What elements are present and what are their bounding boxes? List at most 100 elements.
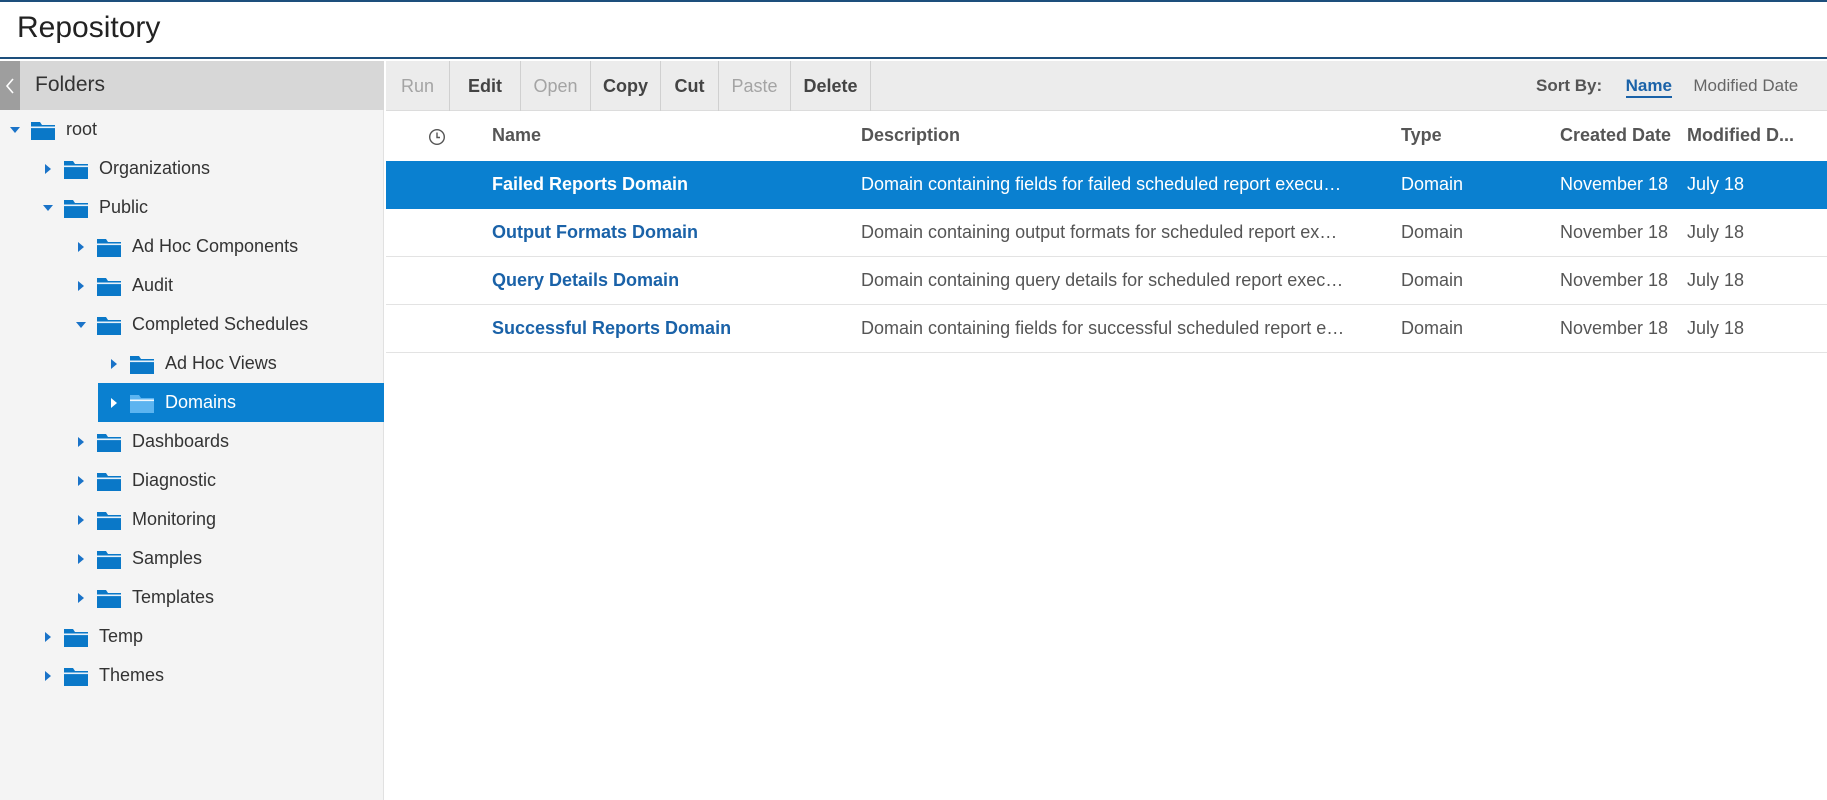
folder-icon	[30, 119, 56, 141]
chevron-left-icon	[5, 77, 14, 94]
cell-modified-date: July 18	[1687, 222, 1745, 242]
cell-name[interactable]: Output Formats Domain	[492, 222, 698, 243]
caret-right-icon[interactable]	[74, 240, 88, 254]
cell-description: Domain containing fields for successful …	[861, 318, 1345, 338]
folder-icon	[63, 626, 89, 648]
folder-icon	[129, 353, 155, 375]
cell-name[interactable]: Successful Reports Domain	[492, 318, 731, 339]
folder-tree-item-label: Completed Schedules	[132, 314, 309, 334]
cell-description: Domain containing fields for failed sche…	[861, 174, 1342, 194]
folder-tree-item-label: Samples	[132, 548, 203, 568]
folder-icon	[96, 470, 122, 492]
cell-type: Domain	[1401, 222, 1464, 242]
cell-name[interactable]: Query Details Domain	[492, 270, 679, 291]
folder-tree-item[interactable]: Temp	[41, 617, 143, 656]
folder-icon	[96, 275, 122, 297]
cell-modified-date: July 18	[1687, 174, 1745, 194]
folder-tree-item-label: Organizations	[99, 158, 211, 178]
caret-down-icon[interactable]	[8, 123, 22, 137]
caret-right-icon[interactable]	[41, 630, 55, 644]
paste-button[interactable]: Paste	[719, 61, 791, 111]
folders-panel-title: Folders	[35, 73, 106, 96]
folder-tree-item[interactable]: Templates	[74, 578, 214, 617]
folder-tree-item[interactable]: Samples	[74, 539, 202, 578]
sort-by-label: Sort By:	[1536, 76, 1603, 95]
folder-icon	[63, 665, 89, 687]
column-header-type[interactable]: Type	[1401, 125, 1442, 146]
sort-by: Sort By: Name Modified Date	[1536, 76, 1798, 98]
caret-right-icon[interactable]	[74, 513, 88, 527]
cell-name[interactable]: Failed Reports Domain	[492, 174, 688, 195]
folder-tree-item-label: Themes	[99, 665, 165, 685]
caret-right-icon[interactable]	[107, 396, 121, 410]
caret-right-icon[interactable]	[41, 162, 55, 176]
folder-tree-item[interactable]: Themes	[41, 656, 164, 695]
open-button[interactable]: Open	[521, 61, 591, 111]
folder-icon	[96, 236, 122, 258]
folder-tree-item[interactable]: Dashboards	[74, 422, 229, 461]
edit-button[interactable]: Edit	[450, 61, 521, 111]
folder-tree-item-label: Dashboards	[132, 431, 230, 451]
folders-panel-header: Folders	[0, 61, 384, 110]
sort-option-name[interactable]: Name	[1625, 76, 1672, 98]
column-header-description[interactable]: Description	[861, 125, 960, 146]
caret-right-icon[interactable]	[74, 552, 88, 566]
folder-tree-item[interactable]: Completed Schedules	[74, 305, 308, 344]
page-title: Repository	[17, 11, 161, 44]
folder-tree-item[interactable]: Domains	[98, 383, 384, 422]
caret-right-icon[interactable]	[74, 435, 88, 449]
caret-right-icon[interactable]	[74, 474, 88, 488]
table-row[interactable]: Failed Reports Domain Domain containing f…	[386, 161, 1827, 209]
folder-tree-item[interactable]: root	[8, 110, 97, 149]
folder-tree-item[interactable]: Audit	[74, 266, 173, 305]
folders-panel: Folders root Organizations Public Ad Hoc Co…	[0, 61, 384, 800]
column-header-modified-date[interactable]: Modified D...	[1687, 125, 1794, 146]
table-row[interactable]: Successful Reports Domain Domain containi…	[386, 305, 1827, 353]
copy-button[interactable]: Copy	[591, 61, 661, 111]
cell-description: Domain containing output formats for sch…	[861, 222, 1338, 242]
folder-icon	[96, 509, 122, 531]
table-row[interactable]: Output Formats Domain Domain containing o…	[386, 209, 1827, 257]
collapse-panel-button[interactable]	[0, 61, 20, 110]
folder-tree-item-label: Ad Hoc Components	[132, 236, 299, 256]
cell-type: Domain	[1401, 318, 1464, 338]
cell-modified-date: July 18	[1687, 318, 1745, 338]
folder-icon	[96, 314, 122, 336]
folder-tree-item[interactable]: Public	[41, 188, 148, 227]
folder-icon	[96, 587, 122, 609]
folder-icon	[63, 197, 89, 219]
table-header: Name Description Type Created Date Modif…	[386, 111, 1827, 161]
delete-button[interactable]: Delete	[791, 61, 871, 111]
folder-tree-item[interactable]: Diagnostic	[74, 461, 216, 500]
cell-description: Domain containing query details for sche…	[861, 270, 1344, 290]
caret-down-icon[interactable]	[74, 318, 88, 332]
folder-icon	[129, 392, 155, 414]
clock-icon[interactable]	[428, 128, 446, 146]
folder-tree-item-label: Temp	[99, 626, 144, 646]
folder-tree-item[interactable]: Organizations	[41, 149, 210, 188]
caret-down-icon[interactable]	[41, 201, 55, 215]
folder-tree-item-label: Domains	[165, 392, 237, 412]
run-button[interactable]: Run	[386, 61, 450, 111]
sort-option-modified-date[interactable]: Modified Date	[1693, 76, 1798, 95]
toolbar: Sort By: Name Modified Date Run Edit Open C…	[386, 61, 1827, 111]
caret-right-icon[interactable]	[41, 669, 55, 683]
folder-tree-item-label: Monitoring	[132, 509, 217, 529]
column-header-name[interactable]: Name	[492, 125, 541, 146]
folder-tree-item[interactable]: Ad Hoc Components	[74, 227, 298, 266]
table-row[interactable]: Query Details Domain Domain containing qu…	[386, 257, 1827, 305]
folder-tree-item[interactable]: Monitoring	[74, 500, 216, 539]
folder-tree-item-label: Templates	[132, 587, 215, 607]
folder-icon	[63, 158, 89, 180]
cut-button[interactable]: Cut	[661, 61, 719, 111]
folder-tree-item-label: Audit	[132, 275, 174, 295]
folder-icon	[96, 431, 122, 453]
cell-created-date: November 18	[1560, 222, 1669, 242]
folder-tree-item-label: Diagnostic	[132, 470, 217, 490]
caret-right-icon[interactable]	[74, 279, 88, 293]
folder-tree-item[interactable]: Ad Hoc Views	[107, 344, 277, 383]
column-header-created-date[interactable]: Created Date	[1560, 125, 1671, 146]
caret-right-icon[interactable]	[107, 357, 121, 371]
caret-right-icon[interactable]	[74, 591, 88, 605]
cell-created-date: November 18	[1560, 270, 1669, 290]
